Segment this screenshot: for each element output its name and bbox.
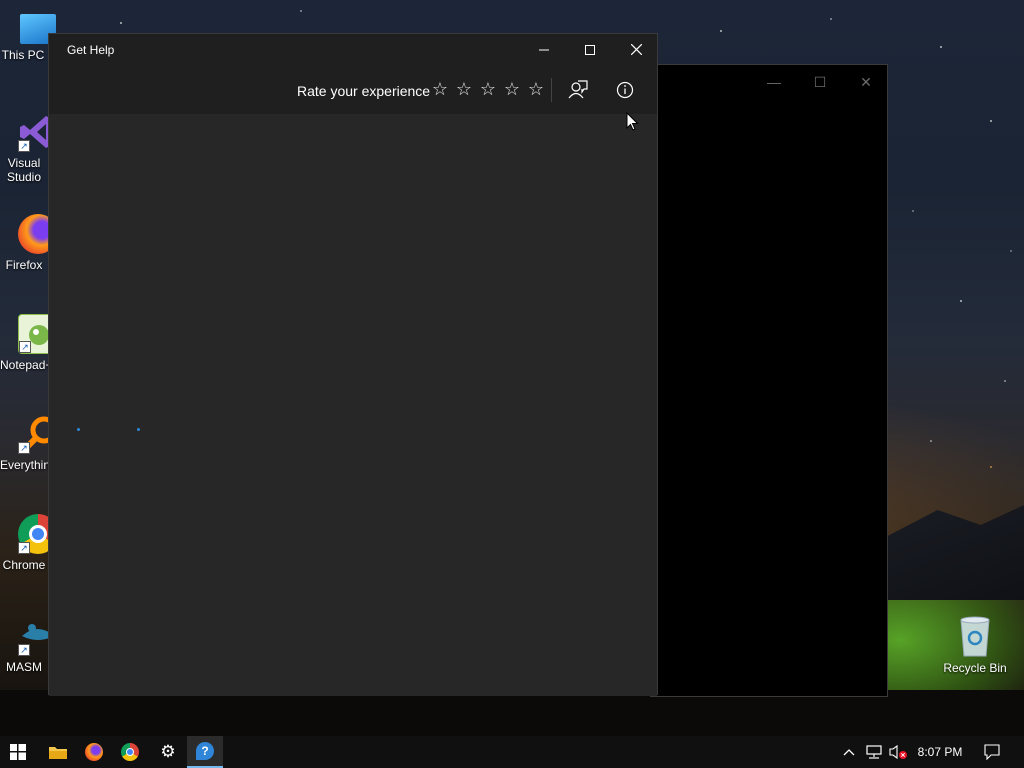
settings-icon: ⚙ [160,742,176,761]
background-window[interactable]: — ☐ ✕ [650,64,888,697]
recycle-bin-icon [960,616,990,657]
desktop-icon-label: MASM [6,660,42,674]
maximize-button[interactable] [567,34,613,66]
desktop-icon-label: Chrome [2,558,46,572]
file-explorer-icon [49,747,67,759]
network-status-button[interactable] [862,736,886,768]
feedback-icon[interactable] [564,76,592,104]
shortcut-arrow-icon: ↗ [19,341,31,353]
window-title: Get Help [67,43,115,57]
minimize-icon [539,49,549,51]
content-area-loading [49,114,657,696]
desktop-icon-label: Notepad++ [0,358,48,372]
desktop-icon-label: Firefox [5,258,43,272]
close-icon [630,43,642,56]
shortcut-arrow-icon: ↗ [18,542,30,554]
mouse-cursor-icon [626,112,639,131]
bg-minimize-button[interactable]: — [759,73,789,91]
toolbar-divider [551,78,552,102]
shortcut-arrow-icon: ↗ [18,140,30,152]
rating-star-3[interactable]: ☆ [478,79,498,99]
loading-dot [137,428,140,431]
minimize-button[interactable] [521,34,567,66]
rating-star-2[interactable]: ☆ [454,79,474,99]
show-hidden-icons-button[interactable] [840,736,858,768]
volume-button[interactable] [886,736,910,768]
get-help-icon: ? [196,742,214,760]
shortcut-arrow-icon: ↗ [18,644,30,656]
wallpaper-mountain [880,505,1024,600]
rating-star-4[interactable]: ☆ [502,79,522,99]
clock[interactable]: 8:07 PM [912,736,968,768]
desktop-icon-recycle-bin[interactable]: Recycle Bin [942,614,1008,675]
taskbar-chrome[interactable] [112,736,148,768]
taskbar-get-help[interactable]: ? [187,736,223,768]
taskbar-file-explorer[interactable] [40,736,76,768]
chevron-up-icon [843,749,855,756]
bg-close-button[interactable]: ✕ [851,73,881,91]
desktop-icon-label: This PC [1,48,45,62]
shortcut-arrow-icon: ↗ [18,442,30,454]
notification-icon [984,744,1000,760]
close-button[interactable] [613,34,659,66]
desktop-icon-label: Everything [0,458,48,472]
bg-maximize-button[interactable]: ☐ [805,73,835,91]
rating-toolbar: Rate your experience ☆ ☆ ☆ ☆ ☆ [49,66,657,114]
action-center-button[interactable] [976,736,1008,768]
network-wired-icon [866,745,882,759]
info-icon[interactable] [611,76,639,104]
rating-star-5[interactable]: ☆ [526,79,546,99]
taskbar-settings[interactable]: ⚙ [150,736,186,768]
start-icon [10,744,26,760]
maximize-icon [585,45,595,55]
taskbar-firefox[interactable] [76,736,112,768]
volume-muted-icon [889,744,907,760]
rating-star-1[interactable]: ☆ [430,79,450,99]
firefox-icon [85,743,103,761]
start-button[interactable] [0,736,36,768]
desktop-icon-label: Visual Studio 2017 [6,156,42,184]
recycle-bin-label: Recycle Bin [943,661,1007,675]
titlebar[interactable]: Get Help [49,34,657,66]
taskbar: ⚙ ? 8:07 PM [0,736,1024,768]
loading-dot [77,428,80,431]
rate-experience-label: Rate your experience [297,83,431,99]
chrome-icon [121,743,139,761]
get-help-window: Get Help Rate your experience ☆ ☆ ☆ ☆ ☆ [48,33,658,696]
